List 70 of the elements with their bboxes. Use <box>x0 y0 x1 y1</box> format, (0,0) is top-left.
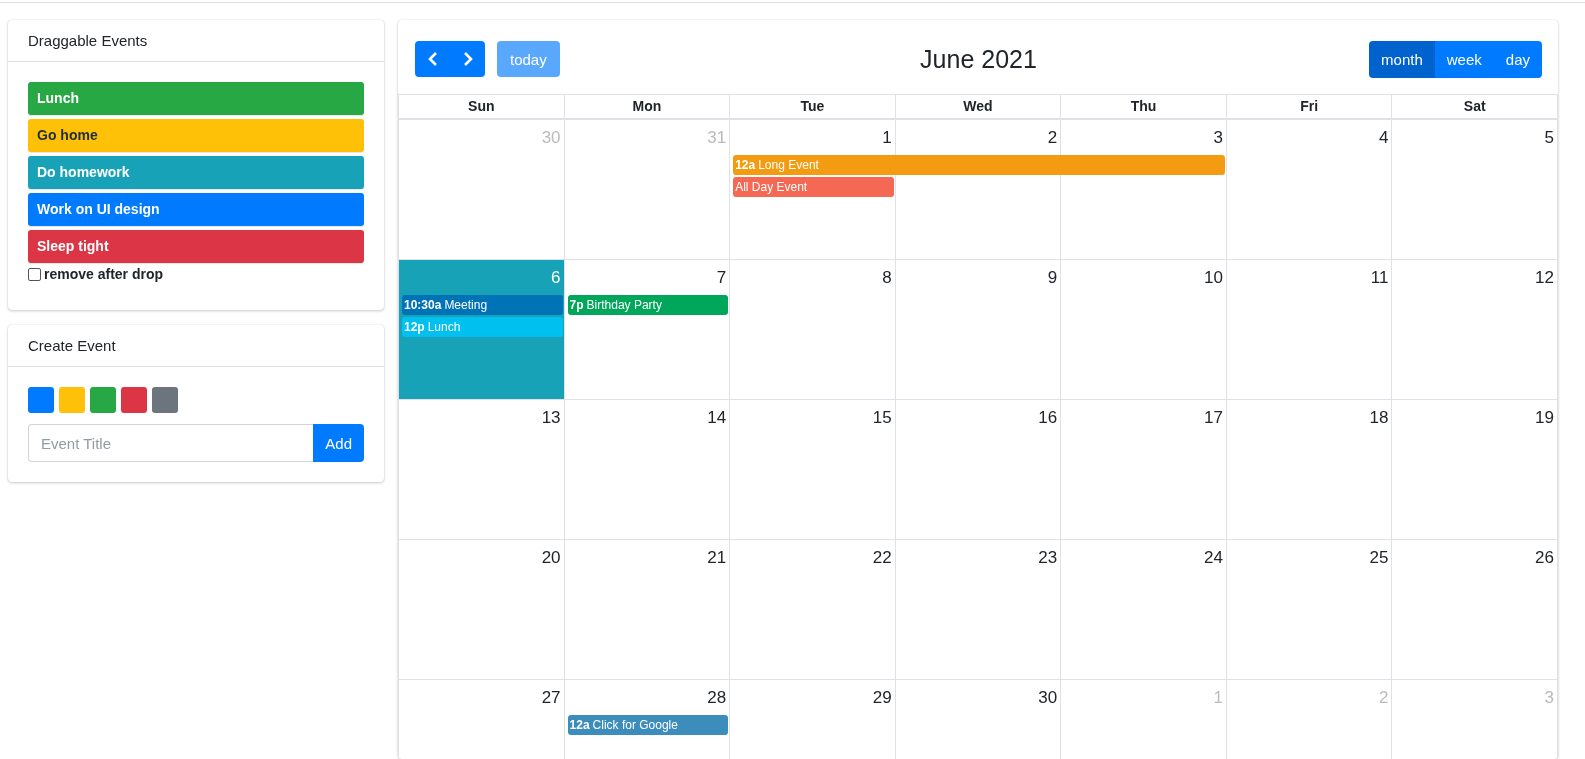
weekday-header: Thu <box>1061 95 1227 118</box>
view-tab[interactable]: month <box>1369 40 1435 78</box>
color-swatch[interactable] <box>152 387 178 413</box>
weekday-header: Sun <box>399 95 565 118</box>
weekday-header: Fri <box>1226 95 1393 118</box>
day-number: 16 <box>1038 407 1059 428</box>
day-number: 13 <box>541 407 562 428</box>
draggable-event[interactable]: Work on UI design <box>28 193 364 226</box>
day-number: 27 <box>541 687 562 708</box>
calendar-event[interactable]: All Day Event <box>733 177 894 197</box>
weekday-header: Mon <box>564 95 731 118</box>
day-number: 14 <box>707 407 728 428</box>
day-number: 31 <box>707 127 728 148</box>
card-title: Draggable Events <box>8 20 384 62</box>
draggable-event[interactable]: Do homework <box>28 156 364 189</box>
draggable-event[interactable]: Lunch <box>28 82 364 115</box>
checkbox-label: remove after drop <box>44 266 164 282</box>
chevron-left-icon <box>427 52 438 66</box>
day-number: 26 <box>1535 547 1555 568</box>
day-number: 5 <box>1544 127 1555 148</box>
checkbox[interactable] <box>28 267 41 281</box>
day-number: 10 <box>1203 267 1224 288</box>
draggable-event[interactable]: Go home <box>28 119 364 152</box>
day-number: 29 <box>872 687 893 708</box>
day-number: 19 <box>1535 407 1555 428</box>
calendar-event[interactable]: 12a Long Event <box>733 155 1225 175</box>
day-number: 28 <box>707 687 728 708</box>
day-number: 8 <box>882 267 893 288</box>
day-number: 1 <box>882 127 893 148</box>
day-number: 30 <box>1038 687 1059 708</box>
day-number: 15 <box>872 407 893 428</box>
day-number: 9 <box>1047 267 1059 288</box>
calendar-title: June 2021 <box>920 44 1037 74</box>
day-number: 6 <box>551 267 562 288</box>
day-number: 3 <box>1213 127 1224 148</box>
day-number: 17 <box>1203 407 1224 428</box>
view-tab[interactable]: week <box>1434 40 1494 78</box>
day-number: 22 <box>872 547 893 568</box>
chevron-right-icon <box>462 52 473 66</box>
calendar-event[interactable]: 12p Lunch <box>402 317 563 337</box>
card-title: Create Event <box>8 325 384 367</box>
day-number: 21 <box>707 547 728 568</box>
day-number: 7 <box>716 267 728 288</box>
day-number: 30 <box>541 127 562 148</box>
day-number: 24 <box>1203 547 1224 568</box>
calendar-event[interactable]: 7p Birthday Party <box>567 295 729 315</box>
color-swatch[interactable] <box>59 387 85 413</box>
day-number: 2 <box>1047 127 1059 148</box>
event-title-field[interactable]: Event Title <box>28 424 314 462</box>
weekday-header: Tue <box>730 95 896 118</box>
view-tab[interactable]: day <box>1493 40 1542 78</box>
weekday-header: Wed <box>895 95 1062 118</box>
day-number: 4 <box>1378 127 1390 148</box>
color-swatch[interactable] <box>121 387 147 413</box>
weekday-header: Sat <box>1392 95 1558 118</box>
draggable-event[interactable]: Sleep tight <box>28 230 364 263</box>
calendar-event[interactable]: 10:30a Meeting <box>402 295 563 315</box>
day-number: 12 <box>1535 267 1555 288</box>
day-number: 25 <box>1369 547 1390 568</box>
color-swatch[interactable] <box>90 387 116 413</box>
day-number: 23 <box>1038 547 1059 568</box>
calendar-event[interactable]: 12a Click for Google <box>567 715 729 735</box>
day-number: 20 <box>541 547 562 568</box>
day-number: 11 <box>1370 267 1390 288</box>
day-number: 3 <box>1544 687 1555 708</box>
add-button[interactable]: Add <box>313 424 364 462</box>
day-number: 1 <box>1213 687 1224 708</box>
color-swatch[interactable] <box>28 387 54 413</box>
day-number: 18 <box>1369 407 1390 428</box>
day-number: 2 <box>1378 687 1390 708</box>
